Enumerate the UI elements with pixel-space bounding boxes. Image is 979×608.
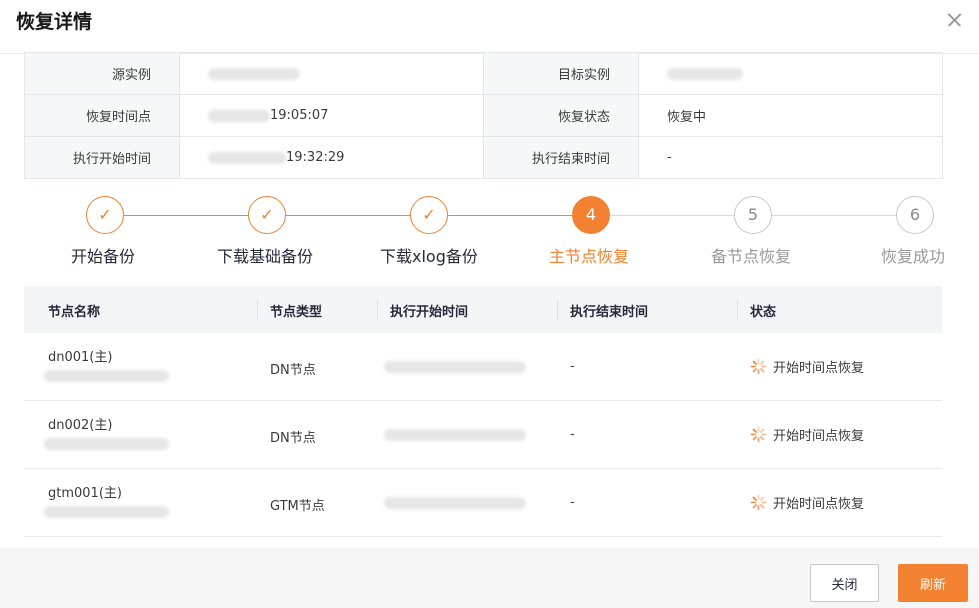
restore-progress-steps: ✓ 开始备份 ✓ 下载基础备份 ✓ 下载xlog备份 4 主节点恢复 5 备节点恢复 6 恢复成功: [24, 196, 979, 268]
col-exec-end: 执行结束时间: [570, 305, 649, 320]
dialog-header: 恢复详情: [0, 0, 979, 54]
restore-details-dialog: 恢复详情 源实例 目标实例 恢复时间点 19:05:07 恢复状态 恢复中 执行…: [0, 0, 979, 608]
table-body: dn001(主) DN节点 - 开始时间点恢复 dn002(主) DN节点 - 开始时间点恢复…: [24, 333, 942, 537]
exec-end-value: -: [638, 136, 943, 179]
restore-time-label: 恢复时间点: [24, 94, 180, 137]
node-type: DN节点: [270, 363, 316, 378]
close-button[interactable]: 关闭: [810, 564, 879, 602]
node-status: 开始时间点恢复: [750, 425, 864, 444]
loading-spinner-icon: [750, 494, 767, 511]
exec-end-label: 执行结束时间: [483, 136, 639, 179]
node-address-redacted: [44, 504, 169, 519]
table-row: dn002(主) DN节点 - 开始时间点恢复: [24, 401, 942, 469]
table-row: gtm001(主) GTM节点 - 开始时间点恢复: [24, 469, 942, 537]
refresh-button[interactable]: 刷新: [898, 564, 968, 602]
dialog-title: 恢复详情: [16, 11, 93, 33]
node-status-text: 开始时间点恢复: [773, 497, 865, 512]
check-icon: ✓: [410, 196, 448, 234]
node-name: dn002(主): [48, 418, 113, 433]
node-name: gtm001(主): [48, 486, 122, 501]
step-connector: [124, 215, 248, 216]
node-name: dn001(主): [48, 350, 113, 365]
step-number: 5: [734, 196, 772, 234]
node-status-text: 开始时间点恢复: [773, 361, 865, 376]
loading-spinner-icon: [750, 426, 767, 443]
step-label: 备节点恢复: [711, 247, 792, 266]
check-icon: ✓: [248, 196, 286, 234]
col-node-type: 节点类型: [270, 305, 323, 320]
check-icon: ✓: [86, 196, 124, 234]
target-instance-value: [638, 52, 943, 95]
step-connector: [286, 215, 410, 216]
restore-time-value: 19:05:07: [179, 94, 484, 137]
col-exec-start: 执行开始时间: [390, 305, 469, 320]
node-exec-end: -: [570, 427, 575, 442]
node-type: DN节点: [270, 431, 316, 446]
loading-spinner-icon: [750, 358, 767, 375]
node-exec-start-redacted: [384, 495, 526, 510]
node-status: 开始时间点恢复: [750, 357, 864, 376]
col-status: 状态: [750, 305, 777, 320]
step-label: 恢复成功: [881, 247, 946, 266]
dialog-footer: 关闭 刷新: [0, 548, 979, 608]
target-instance-label: 目标实例: [483, 52, 639, 95]
node-address-redacted: [44, 368, 169, 383]
restore-status-value: 恢复中: [638, 94, 943, 137]
node-exec-start-redacted: [384, 359, 526, 374]
node-address-redacted: [44, 436, 169, 451]
table-row: dn001(主) DN节点 - 开始时间点恢复: [24, 333, 942, 401]
step-number: 6: [896, 196, 934, 234]
restore-info-table: 源实例 目标实例 恢复时间点 19:05:07 恢复状态 恢复中 执行开始时间 …: [24, 52, 943, 179]
node-table: 节点名称 节点类型 执行开始时间 执行结束时间 状态 dn001(主) DN节点 -…: [24, 286, 942, 537]
source-instance-value: [179, 52, 484, 95]
step-label: 下载xlog备份: [380, 247, 478, 266]
source-instance-label: 源实例: [24, 52, 180, 95]
step-label: 开始备份: [71, 247, 136, 266]
step-connector: [772, 215, 896, 216]
step-connector: [610, 215, 734, 216]
node-exec-end: -: [570, 495, 575, 510]
step-label: 主节点恢复: [549, 247, 630, 266]
step-number: 4: [572, 196, 610, 234]
col-node-name: 节点名称: [48, 305, 101, 320]
node-type: GTM节点: [270, 499, 325, 514]
close-icon[interactable]: [943, 8, 967, 32]
table-header: 节点名称 节点类型 执行开始时间 执行结束时间 状态: [24, 286, 942, 333]
exec-start-label: 执行开始时间: [24, 136, 180, 179]
node-status-text: 开始时间点恢复: [773, 429, 865, 444]
node-status: 开始时间点恢复: [750, 493, 864, 512]
exec-start-value: 19:32:29: [179, 136, 484, 179]
node-exec-end: -: [570, 359, 575, 374]
restore-status-label: 恢复状态: [483, 94, 639, 137]
step-connector: [448, 215, 572, 216]
step-label: 下载基础备份: [217, 247, 314, 266]
node-exec-start-redacted: [384, 427, 526, 442]
